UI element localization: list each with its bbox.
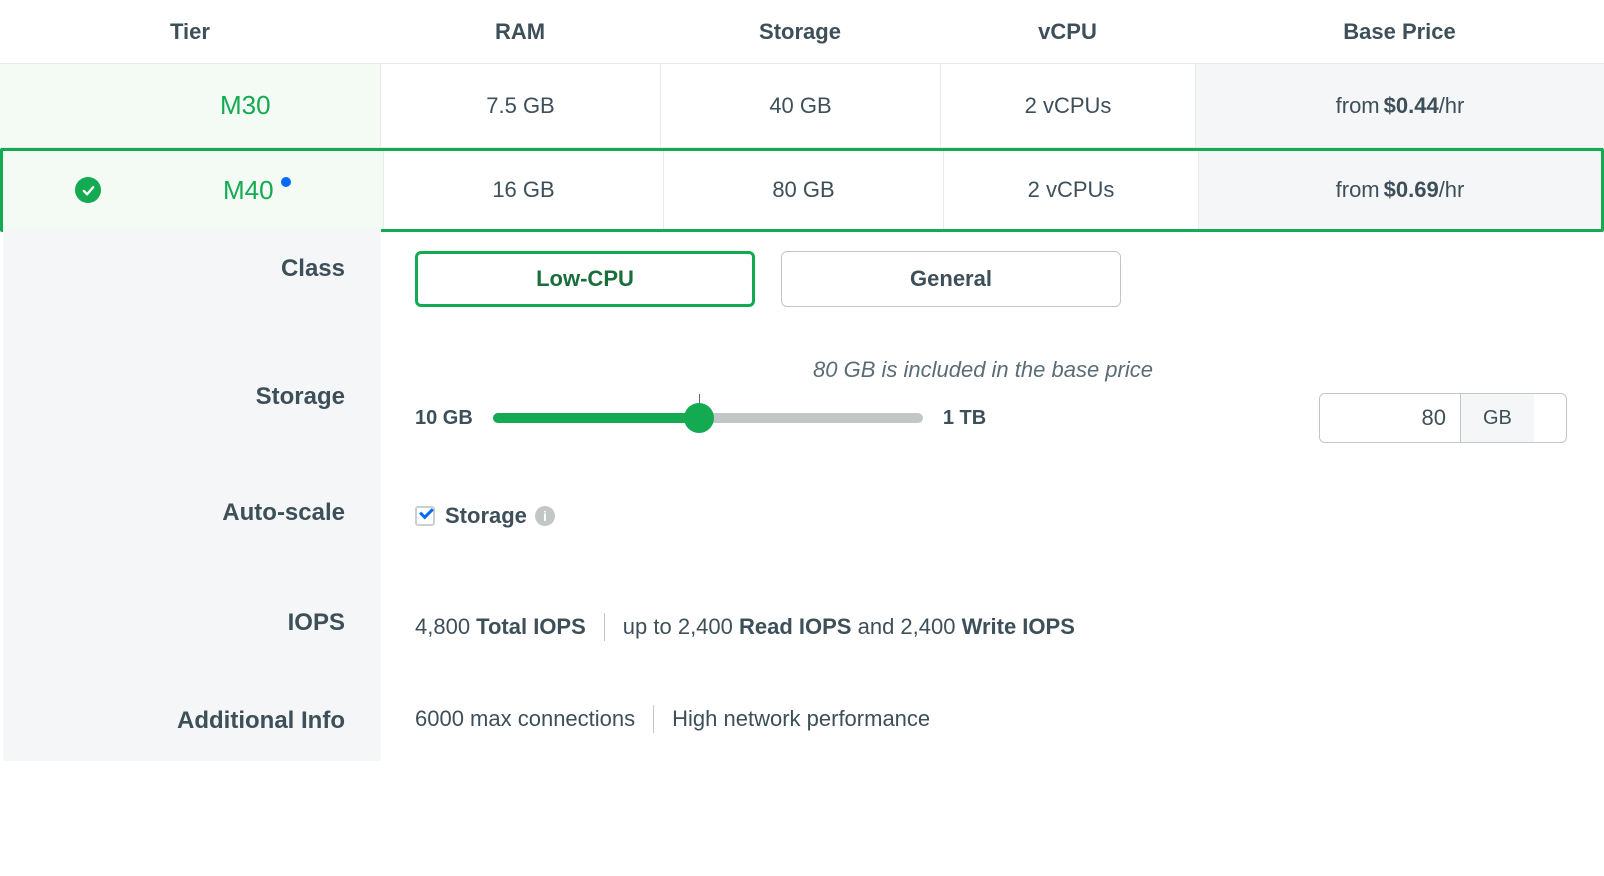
label-iops: IOPS <box>3 583 381 681</box>
col-tier: Tier <box>0 0 380 63</box>
tier-price: from $0.44 /hr <box>1195 64 1604 147</box>
label-autoscale: Auto-scale <box>3 473 381 583</box>
check-icon <box>75 177 101 203</box>
table-header: Tier RAM Storage vCPU Base Price <box>0 0 1604 64</box>
label-additional-info: Additional Info <box>3 681 381 761</box>
autoscale-storage-label: Storage <box>445 503 527 529</box>
tier-storage: 80 GB <box>663 151 943 229</box>
storage-value-input-group: GB <box>1319 393 1567 443</box>
tier-vcpu: 2 vCPUs <box>943 151 1198 229</box>
col-price: Base Price <box>1195 0 1604 63</box>
max-connections: 6000 max connections <box>415 706 635 732</box>
divider-icon <box>604 613 605 641</box>
tier-row-m40[interactable]: M40 16 GB 80 GB 2 vCPUs from $0.69 /hr <box>3 151 1601 229</box>
tier-price: from $0.69 /hr <box>1198 151 1601 229</box>
col-ram: RAM <box>380 0 660 63</box>
network-performance: High network performance <box>672 706 930 732</box>
indicator-dot-icon <box>281 177 291 187</box>
tier-name: M30 <box>220 90 271 121</box>
class-option-general[interactable]: General <box>781 251 1121 307</box>
storage-value-input[interactable] <box>1320 394 1460 442</box>
selected-indicator-placeholder <box>72 93 98 119</box>
col-storage: Storage <box>660 0 940 63</box>
tier-ram: 16 GB <box>383 151 663 229</box>
tier-ram: 7.5 GB <box>380 64 660 147</box>
storage-included-note: 80 GB is included in the base price <box>633 357 1333 383</box>
tier-row-m40-selected: M40 16 GB 80 GB 2 vCPUs from $0.69 /hr C… <box>0 148 1604 232</box>
divider-icon <box>653 705 654 733</box>
col-vcpu: vCPU <box>940 0 1195 63</box>
storage-slider[interactable] <box>493 404 923 432</box>
tier-details-panel: Class Low-CPU General Storage 80 GB is i… <box>3 229 1601 761</box>
label-class: Class <box>3 229 381 343</box>
slider-max-label: 1 TB <box>943 407 986 430</box>
tier-vcpu: 2 vCPUs <box>940 64 1195 147</box>
slider-min-label: 10 GB <box>415 407 473 430</box>
storage-unit-label: GB <box>1460 394 1534 442</box>
info-icon[interactable]: i <box>535 506 555 526</box>
tier-name: M40 <box>223 175 291 206</box>
autoscale-storage-checkbox[interactable] <box>415 506 435 526</box>
class-option-low-cpu[interactable]: Low-CPU <box>415 251 755 307</box>
tier-row-m30[interactable]: M30 7.5 GB 40 GB 2 vCPUs from $0.44 /hr <box>0 64 1604 148</box>
slider-thumb[interactable] <box>684 403 714 433</box>
tier-storage: 40 GB <box>660 64 940 147</box>
label-storage: Storage <box>3 343 381 473</box>
